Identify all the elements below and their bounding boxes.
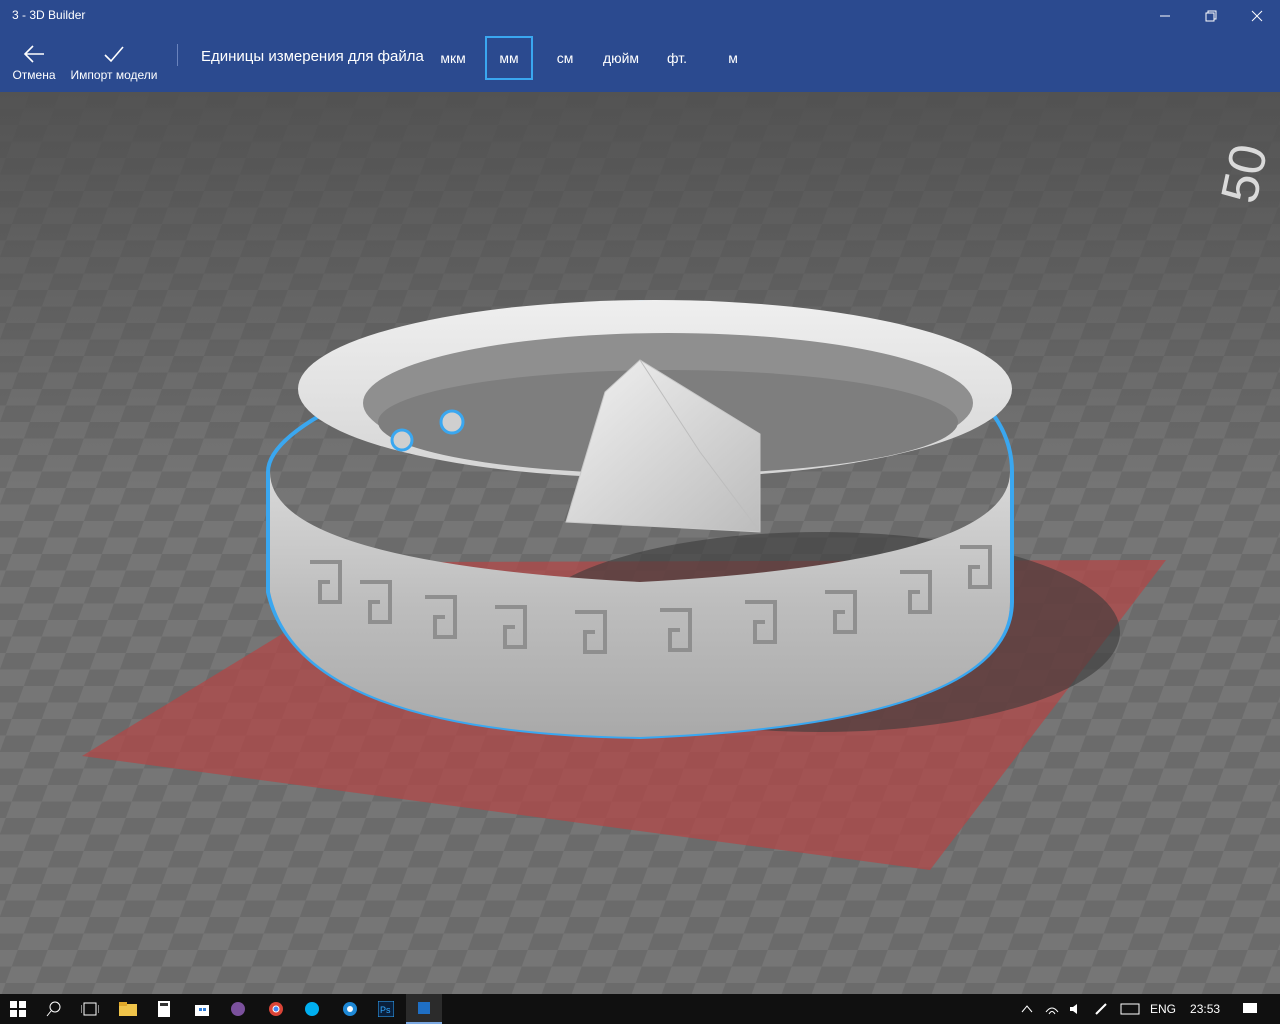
unit-option-m[interactable]: м (720, 36, 746, 80)
language-indicator[interactable]: ENG (1150, 1002, 1176, 1016)
import-toolbar: Отмена Импорт модели Единицы измерения д… (0, 32, 1280, 92)
clock[interactable]: 23:53 (1190, 1002, 1220, 1016)
minimize-button[interactable] (1142, 0, 1188, 32)
title-bar: 3 - 3D Builder (0, 0, 1280, 32)
wifi-icon[interactable] (1044, 1002, 1060, 1016)
unit-option-mm[interactable]: мм (485, 36, 533, 80)
task-view-icon[interactable] (72, 994, 108, 1024)
skype-icon[interactable] (294, 994, 330, 1024)
unit-option-ft[interactable]: фт. (660, 36, 694, 80)
unit-option-um[interactable]: мкм (432, 36, 474, 80)
photoshop-icon[interactable]: Ps (368, 994, 404, 1024)
import-model-button[interactable]: Импорт модели (66, 32, 162, 92)
svg-text:Ps: Ps (380, 1005, 391, 1015)
chrome-icon[interactable] (258, 994, 294, 1024)
unit-option-cm[interactable]: см (546, 36, 584, 80)
window-title: 3 - 3D Builder (12, 8, 86, 22)
keyboard-icon[interactable] (1120, 1002, 1140, 1016)
toolbar-separator (177, 44, 178, 66)
taskbar: Ps ENG 23:53 (0, 994, 1280, 1024)
3d-builder-icon[interactable] (406, 994, 442, 1024)
windows-start-icon[interactable] (0, 994, 36, 1024)
pen-icon[interactable] (1094, 1002, 1110, 1016)
restore-icon (1205, 10, 1217, 22)
cancel-label: Отмена (12, 68, 56, 82)
build-plate-grid (0, 92, 1280, 994)
file-explorer-icon[interactable] (110, 994, 146, 1024)
show-hidden-icons-icon[interactable] (1020, 1002, 1034, 1016)
action-center-icon[interactable] (1242, 1002, 1258, 1016)
units-label: Единицы измерения для файла (201, 48, 424, 65)
store-icon[interactable] (184, 994, 220, 1024)
cancel-button[interactable]: Отмена (8, 32, 60, 92)
close-icon (1251, 10, 1263, 22)
viber-icon[interactable] (220, 994, 256, 1024)
close-button[interactable] (1234, 0, 1280, 32)
search-icon[interactable] (36, 994, 72, 1024)
import-model-label: Импорт модели (70, 68, 158, 82)
checkmark-icon (103, 38, 125, 70)
app-icon[interactable] (332, 994, 368, 1024)
calculator-icon[interactable] (146, 994, 182, 1024)
minimize-icon (1160, 15, 1170, 17)
unit-option-inch[interactable]: дюйм (596, 36, 646, 80)
volume-icon[interactable] (1068, 1002, 1084, 1016)
back-arrow-icon (23, 38, 45, 70)
grid-number: 50 (1211, 139, 1280, 208)
restore-button[interactable] (1188, 0, 1234, 32)
system-tray: ENG 23:53 (1020, 994, 1258, 1024)
3d-viewport[interactable]: 50 (0, 92, 1280, 994)
